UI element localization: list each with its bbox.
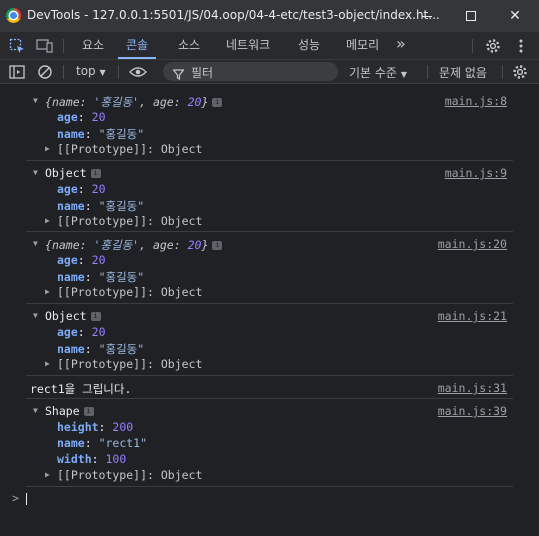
object-summary: Object i: [45, 309, 101, 323]
toolbar-separator: [502, 65, 503, 79]
clear-console-icon[interactable]: [36, 63, 54, 81]
source-link[interactable]: main.js:31: [438, 381, 507, 395]
source-link[interactable]: main.js:8: [445, 94, 507, 108]
tab-console[interactable]: 콘솔: [118, 32, 156, 59]
message-divider: [26, 398, 513, 399]
minimize-button[interactable]: [405, 0, 449, 32]
console-output: ▼ {name: '홍길동', age: 20} i main.js:8 age:…: [0, 85, 539, 536]
tab-memory[interactable]: 메모리: [346, 32, 379, 59]
issues-button[interactable]: 문제 없음: [439, 64, 487, 81]
expand-arrow-icon[interactable]: ▶: [45, 216, 50, 225]
info-icon: i: [90, 312, 101, 321]
expand-arrow-icon[interactable]: ▼: [33, 406, 38, 415]
dropdown-arrow-icon: ▼: [400, 70, 407, 79]
expand-arrow-icon[interactable]: ▼: [33, 239, 38, 248]
filter-funnel-icon: [172, 65, 185, 84]
expand-arrow-icon[interactable]: ▶: [45, 359, 50, 368]
minimize-icon: [422, 15, 432, 17]
close-icon: ✕: [509, 8, 521, 24]
expand-arrow-icon[interactable]: ▶: [45, 144, 50, 153]
tab-separator: [63, 39, 64, 53]
chrome-logo-icon: [6, 8, 21, 23]
window-title-bar: DevTools - 127.0.0.1:5501/JS/04.oop/04-4…: [0, 0, 539, 32]
filter-input[interactable]: 필터: [163, 62, 338, 81]
info-icon: i: [212, 241, 223, 250]
expand-arrow-icon[interactable]: ▼: [33, 96, 38, 105]
source-link[interactable]: main.js:20: [438, 237, 507, 251]
source-link[interactable]: main.js:9: [445, 166, 507, 180]
console-settings-gear-icon[interactable]: [511, 63, 529, 81]
message-divider: [26, 303, 513, 304]
more-tabs-button[interactable]: »: [396, 32, 406, 59]
toolbar-separator: [63, 65, 64, 79]
sidebar-toggle-icon[interactable]: [8, 63, 26, 81]
source-link[interactable]: main.js:39: [438, 404, 507, 418]
expand-arrow-icon[interactable]: ▼: [33, 311, 38, 320]
dropdown-arrow-icon: ▼: [99, 68, 106, 77]
toolbar-separator: [118, 65, 119, 79]
filter-placeholder: 필터: [191, 66, 214, 80]
info-icon: i: [212, 98, 223, 107]
message-divider: [26, 160, 513, 161]
object-summary: {name: '홍길동', age: 20} i: [45, 94, 223, 110]
more-options-icon[interactable]: [512, 37, 530, 55]
message-divider: [26, 231, 513, 232]
context-selector[interactable]: top ▼: [76, 64, 106, 78]
log-text: rect1을 그립니다.: [30, 382, 132, 396]
toolbar-separator: [427, 65, 428, 79]
console-input-cursor[interactable]: [26, 493, 27, 505]
console-toolbar: top ▼ 필터 기본 수준 ▼ 문제 없음: [0, 60, 539, 84]
info-icon: i: [90, 169, 101, 178]
source-link[interactable]: main.js:21: [438, 309, 507, 323]
inspect-element-icon[interactable]: [8, 37, 26, 55]
expand-arrow-icon[interactable]: ▶: [45, 470, 50, 479]
live-expression-eye-icon[interactable]: [128, 63, 148, 81]
settings-gear-icon[interactable]: [484, 37, 502, 55]
tab-separator: [472, 39, 473, 53]
close-button[interactable]: ✕: [493, 0, 537, 32]
tab-network[interactable]: 네트워크: [226, 32, 270, 59]
tab-sources[interactable]: 소스: [178, 32, 200, 59]
expand-arrow-icon[interactable]: ▶: [45, 287, 50, 296]
maximize-icon: [466, 11, 476, 21]
message-divider: [26, 486, 513, 487]
devtools-tab-bar: 요소 콘솔 소스 네트워크 성능 메모리 »: [0, 32, 539, 60]
object-summary: Shape i: [45, 404, 94, 418]
object-summary: {name: '홍길동', age: 20} i: [45, 237, 223, 253]
window-title: DevTools - 127.0.0.1:5501/JS/04.oop/04-4…: [27, 8, 440, 22]
maximize-button[interactable]: [449, 0, 493, 32]
tab-elements[interactable]: 요소: [82, 32, 104, 59]
tab-performance[interactable]: 성능: [298, 32, 320, 59]
info-icon: i: [83, 407, 94, 416]
expand-arrow-icon[interactable]: ▼: [33, 168, 38, 177]
context-label: top: [76, 64, 96, 78]
console-prompt-chevron-icon: >: [12, 491, 19, 505]
object-summary: Object i: [45, 166, 101, 180]
message-divider: [26, 375, 513, 376]
device-toolbar-icon[interactable]: [36, 37, 54, 55]
log-levels-dropdown[interactable]: 기본 수준 ▼: [349, 64, 407, 81]
log-levels-label: 기본 수준: [349, 66, 397, 80]
